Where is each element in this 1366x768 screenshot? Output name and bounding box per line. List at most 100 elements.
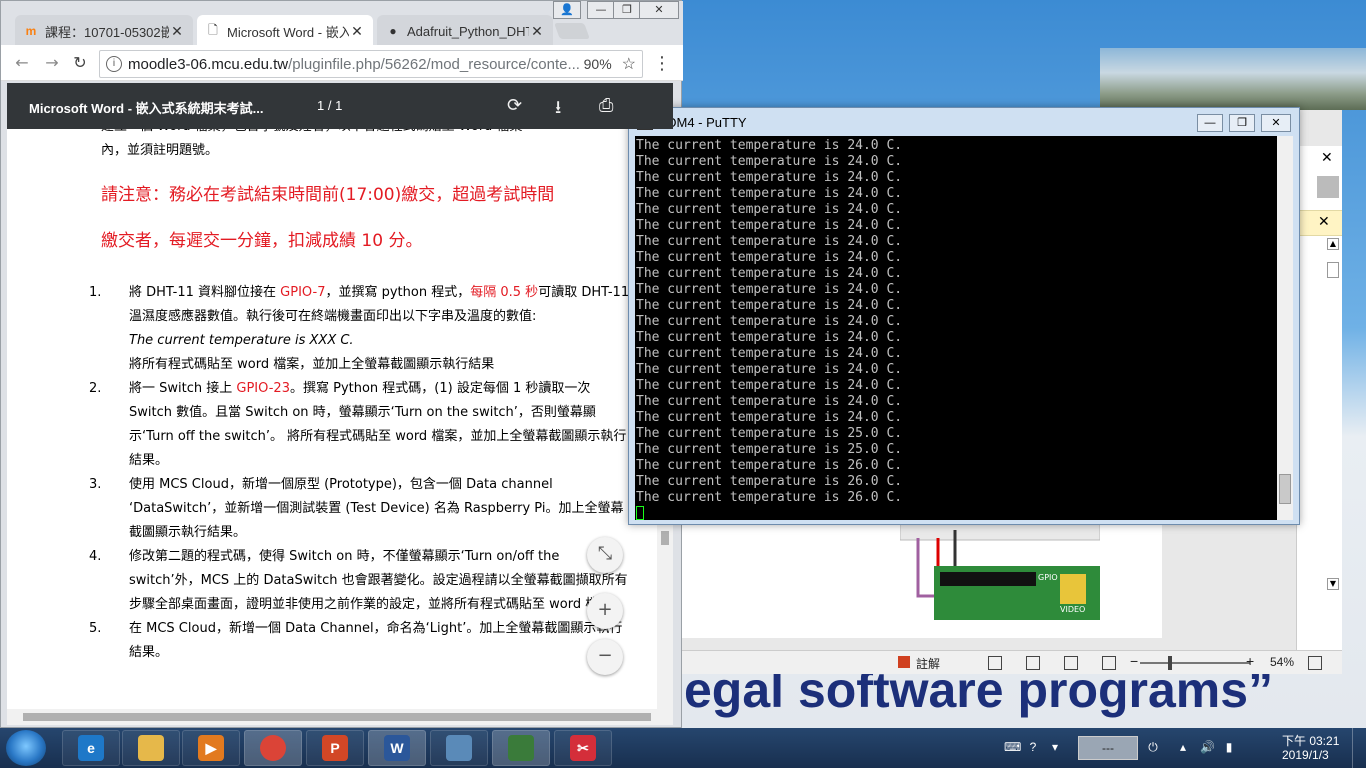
zoom-in-icon[interactable]: + bbox=[587, 593, 623, 629]
download-icon[interactable]: ⭳ bbox=[555, 95, 561, 125]
side-scroll-thumb[interactable] bbox=[1327, 262, 1339, 278]
zoom-percent[interactable]: 54% bbox=[1270, 655, 1294, 669]
horizontal-scroll-thumb[interactable] bbox=[23, 713, 651, 721]
terminal-line: The current temperature is 24.0 C. bbox=[636, 298, 903, 313]
terminal-line: The current temperature is 24.0 C. bbox=[636, 170, 903, 185]
terminal-line: The current temperature is 26.0 C. bbox=[636, 474, 903, 489]
back-icon[interactable]: ← bbox=[11, 52, 33, 74]
word-icon[interactable]: W bbox=[368, 730, 426, 766]
scroll-up-icon[interactable]: ▲ bbox=[1327, 238, 1339, 250]
close-icon[interactable]: ✕ bbox=[349, 23, 365, 40]
print-icon[interactable]: ⎙ bbox=[599, 95, 613, 116]
putty-window: COM4 - PuTTY — ❐ ✕ The current temperatu… bbox=[628, 107, 1300, 525]
tab-word-pdf[interactable]: 🗋 Microsoft Word - 嵌入 ✕ bbox=[197, 15, 373, 47]
file-explorer-icon[interactable] bbox=[122, 730, 180, 766]
tab-title: 課程：10701-05302嵌 bbox=[45, 24, 169, 40]
address-bar[interactable]: i moodle3-06.mcu.edu.tw /pluginfile.php/… bbox=[99, 50, 643, 78]
zoom-in-icon[interactable]: + bbox=[1246, 653, 1254, 669]
bookmark-star-icon[interactable]: ☆ bbox=[622, 54, 636, 74]
snipping-tool-icon[interactable]: ✂ bbox=[554, 730, 612, 766]
maximize-button[interactable]: ❐ bbox=[613, 1, 641, 19]
tab-title: Adafruit_Python_DHT bbox=[407, 23, 529, 39]
tab-github[interactable]: ● Adafruit_Python_DHT ✕ bbox=[377, 15, 553, 47]
pdf-toolbar: Microsoft Word - 嵌入式系統期末考試... 1 / 1 ⟳ ⭳ … bbox=[7, 83, 673, 129]
clock-date[interactable]: 2019/1/3 bbox=[1282, 748, 1329, 762]
close-icon[interactable]: ✕ bbox=[1318, 214, 1330, 230]
minimize-button[interactable]: — bbox=[587, 1, 615, 19]
terminal-line: The current temperature is 24.0 C. bbox=[636, 218, 903, 233]
slideshow-icon[interactable] bbox=[1102, 656, 1116, 670]
forward-icon[interactable]: → bbox=[41, 52, 63, 74]
browser-toolbar: ← → ↻ i moodle3-06.mcu.edu.tw /pluginfil… bbox=[1, 45, 683, 81]
close-button[interactable]: ✕ bbox=[1261, 114, 1291, 132]
question-5: 5. 在 MCS Cloud，新增一個 Data Channel，命名為‘Lig… bbox=[89, 621, 623, 660]
terminal-scroll-thumb[interactable] bbox=[1279, 474, 1291, 504]
reload-icon[interactable]: ↻ bbox=[69, 52, 91, 74]
avatar bbox=[1317, 176, 1339, 198]
reading-view-icon[interactable] bbox=[1064, 656, 1078, 670]
warning-line: 請注意：務必在考試結束時間前(17:00)繳交，超過考試時間 bbox=[101, 185, 555, 205]
terminal-line: The current temperature is 24.0 C. bbox=[636, 378, 903, 393]
terminal-line: The current temperature is 24.0 C. bbox=[636, 282, 903, 297]
chevron-down-icon[interactable]: ▾ bbox=[1048, 740, 1062, 754]
info-icon[interactable]: i bbox=[106, 56, 122, 72]
tray-expand-icon[interactable]: ▴ bbox=[1176, 740, 1190, 754]
question-3: 3. 使用 MCS Cloud，新增一個原型 (Prototype)，包含一個 … bbox=[89, 477, 624, 540]
close-icon[interactable]: ✕ bbox=[1321, 150, 1333, 166]
fit-window-icon[interactable] bbox=[1308, 656, 1322, 670]
keyboard-icon[interactable]: ⌨ bbox=[1004, 740, 1021, 754]
power-icon[interactable]: ⏻ bbox=[1146, 740, 1160, 754]
tab-course[interactable]: m 課程：10701-05302嵌 ✕ bbox=[15, 15, 193, 47]
zoom-slider[interactable] bbox=[1140, 662, 1250, 664]
start-button[interactable] bbox=[6, 730, 46, 766]
remote-desktop-icon[interactable] bbox=[430, 730, 488, 766]
putty-taskbar-icon[interactable] bbox=[492, 730, 550, 766]
profile-icon[interactable]: 👤 bbox=[553, 1, 581, 19]
menu-icon[interactable]: ⋮ bbox=[653, 53, 671, 74]
gpio-label: GPIO bbox=[1038, 573, 1058, 582]
volume-icon[interactable]: 🔊 bbox=[1200, 740, 1215, 754]
show-desktop-button[interactable] bbox=[1352, 728, 1366, 768]
terminal-line: The current temperature is 24.0 C. bbox=[636, 138, 903, 153]
close-button[interactable]: ✕ bbox=[639, 1, 679, 19]
slide-sorter-icon[interactable] bbox=[1026, 656, 1040, 670]
help-icon[interactable]: ? bbox=[1026, 740, 1040, 754]
fit-page-icon[interactable]: ⤡ bbox=[587, 537, 623, 573]
putty-titlebar[interactable]: COM4 - PuTTY — ❐ ✕ bbox=[629, 108, 1299, 136]
tab-title: Microsoft Word - 嵌入 bbox=[227, 24, 349, 40]
maximize-button[interactable]: ❐ bbox=[1229, 114, 1255, 132]
internet-explorer-icon[interactable]: e bbox=[62, 730, 120, 766]
chrome-icon[interactable] bbox=[244, 730, 302, 766]
media-player-icon[interactable]: ▶ bbox=[182, 730, 240, 766]
new-tab-button[interactable] bbox=[554, 23, 590, 39]
minimize-button[interactable]: — bbox=[1197, 114, 1223, 132]
zoom-indicator[interactable]: 90% bbox=[584, 56, 612, 72]
question-list: 1. 將 DHT-11 資料腳位接在 GPIO-7，並撰寫 python 程式，… bbox=[89, 281, 631, 665]
terminal-line: The current temperature is 24.0 C. bbox=[636, 186, 903, 201]
terminal[interactable]: The current temperature is 24.0 C. The cu… bbox=[635, 136, 1277, 520]
close-icon[interactable]: ✕ bbox=[529, 23, 545, 40]
video-label: VIDEO bbox=[1060, 605, 1085, 614]
input-method-indicator[interactable]: --- bbox=[1078, 736, 1138, 760]
terminal-line: The current temperature is 24.0 C. bbox=[636, 250, 903, 265]
clock-time[interactable]: 下午 03:21 bbox=[1282, 732, 1339, 749]
zoom-slider-thumb[interactable] bbox=[1168, 656, 1172, 670]
zoom-out-icon[interactable]: − bbox=[1130, 653, 1138, 669]
vertical-scroll-thumb[interactable] bbox=[661, 531, 669, 545]
url-path: /pluginfile.php/56262/mod_resource/conte… bbox=[288, 55, 580, 73]
pdf-viewport[interactable]: 建立一個 Word 檔案，包含學號及姓名，以下各題程式碼貼至 Word 檔案 內… bbox=[7, 129, 657, 709]
rotate-icon[interactable]: ⟳ bbox=[507, 95, 522, 116]
network-icon[interactable]: ▮ bbox=[1222, 740, 1236, 754]
close-icon[interactable]: ✕ bbox=[169, 23, 185, 40]
zoom-out-icon[interactable]: − bbox=[587, 639, 623, 675]
powerpoint-icon[interactable]: P bbox=[306, 730, 364, 766]
moodle-icon: m bbox=[25, 24, 37, 38]
normal-view-icon[interactable] bbox=[988, 656, 1002, 670]
terminal-line: The current temperature is 24.0 C. bbox=[636, 266, 903, 281]
scroll-down-icon[interactable]: ▼ bbox=[1327, 578, 1339, 590]
terminal-scrollbar[interactable] bbox=[1277, 136, 1293, 520]
question-4: 4. 修改第二題的程式碼，使得 Switch on 時，不僅螢幕顯示‘Turn … bbox=[89, 549, 628, 612]
url-host: moodle3-06.mcu.edu.tw bbox=[128, 55, 289, 73]
notes-button[interactable]: 註解 bbox=[916, 655, 940, 672]
comment-icon[interactable] bbox=[898, 656, 910, 668]
